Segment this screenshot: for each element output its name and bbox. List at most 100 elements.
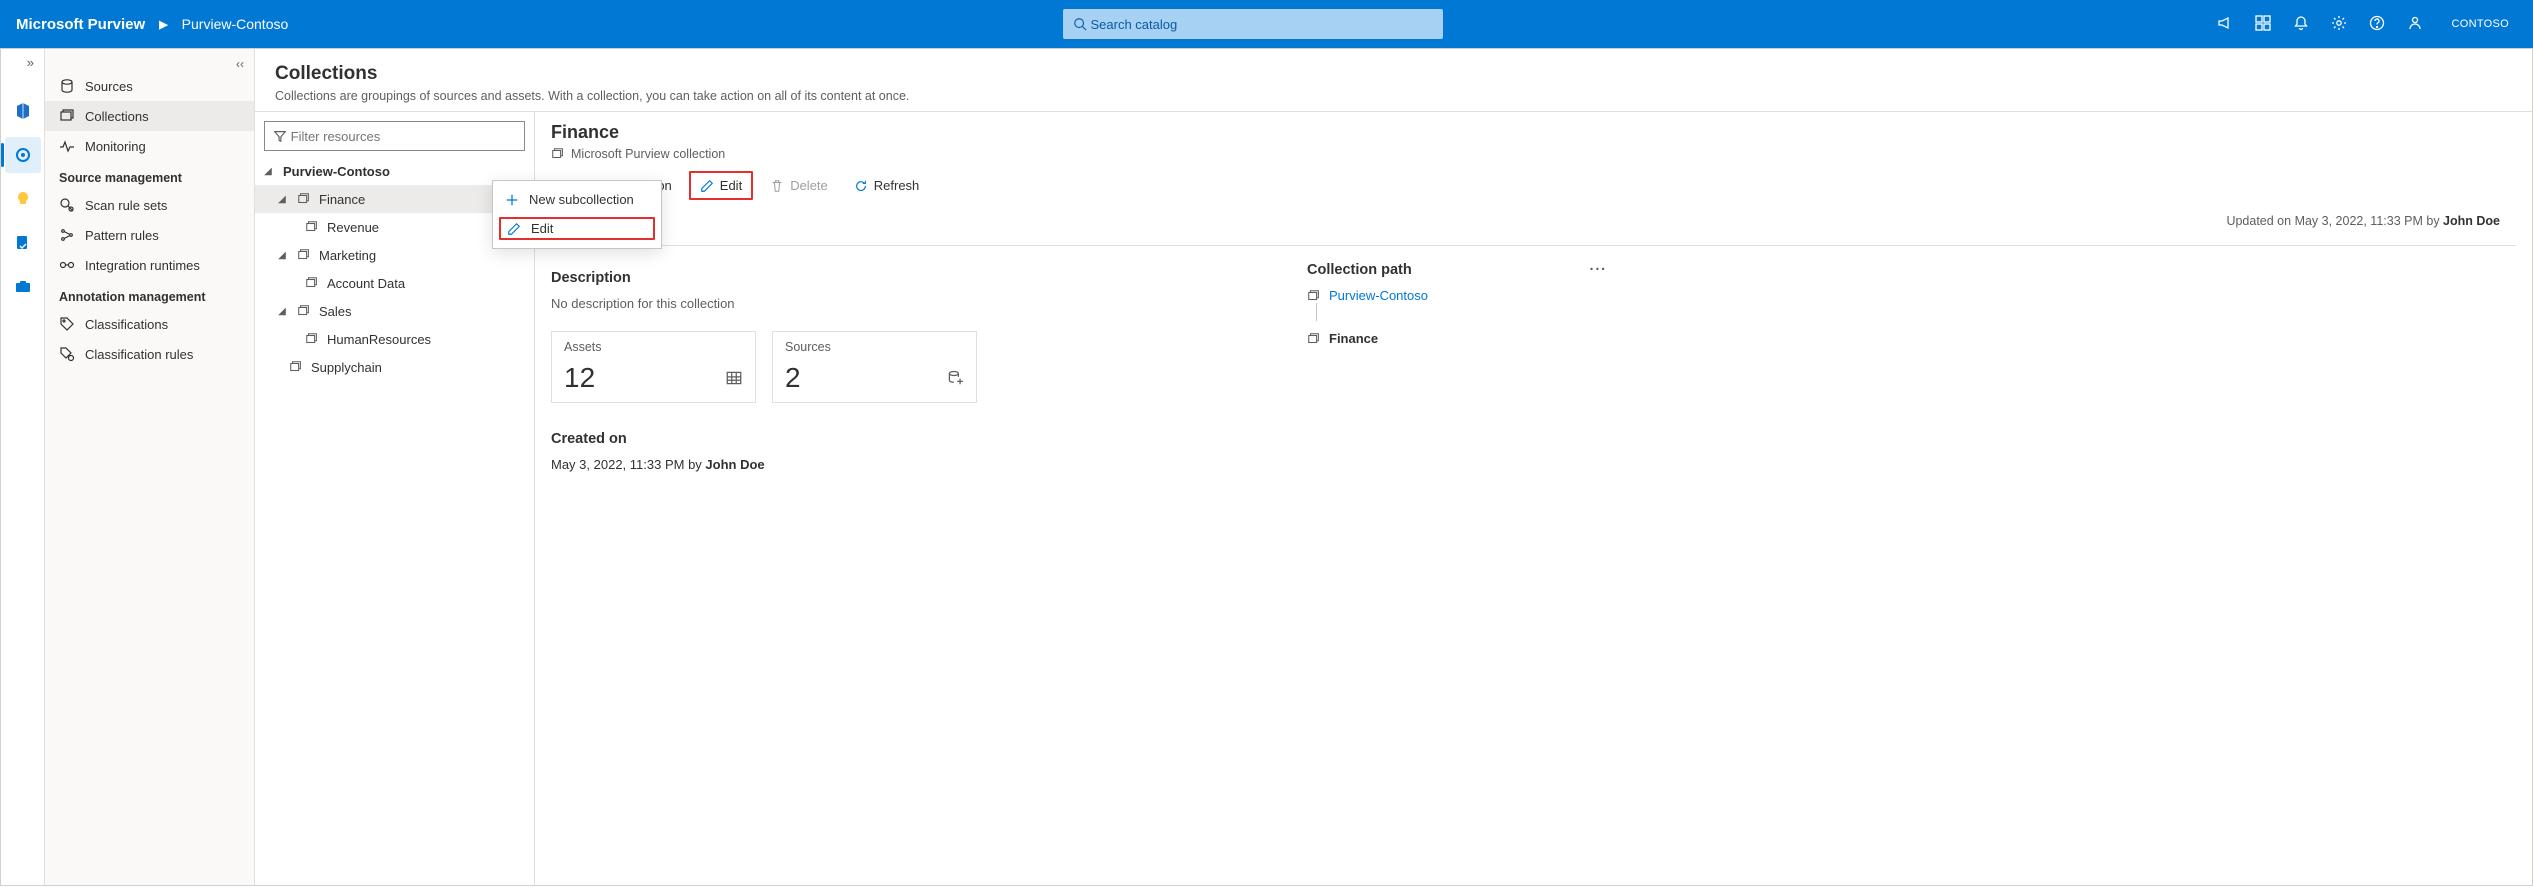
ctx-label: New subcollection (529, 192, 634, 207)
path-connector (1316, 303, 1607, 321)
collection-icon (297, 248, 311, 262)
tree-row-sales[interactable]: ◢ Sales (255, 297, 534, 325)
detail-title: Finance (551, 122, 2516, 143)
caret-down-icon[interactable]: ◢ (275, 194, 289, 205)
detail-type: Microsoft Purview collection (571, 147, 725, 161)
collections-icon (59, 108, 75, 124)
tree-label: Revenue (327, 220, 379, 235)
description-label: Description (551, 270, 1271, 286)
nav-classifications[interactable]: Classifications (45, 309, 254, 339)
card-value: 2 (785, 362, 801, 394)
filter-box[interactable] (264, 121, 525, 151)
feedback-icon[interactable] (2407, 15, 2423, 34)
monitoring-icon (59, 138, 75, 154)
collection-icon (551, 147, 565, 161)
ctx-edit[interactable]: Edit (499, 217, 655, 240)
tree-label: Sales (319, 304, 352, 319)
brand-label: Microsoft Purview (16, 16, 145, 33)
tag-icon (59, 316, 75, 332)
database-icon (946, 369, 964, 387)
section-annotation-management: Annotation management (45, 280, 254, 309)
tree-row-account-data[interactable]: Account Data (255, 269, 534, 297)
path-link[interactable]: Purview-Contoso (1329, 288, 1428, 303)
nav-label: Scan rule sets (85, 198, 167, 213)
cmd-label: Refresh (874, 178, 920, 193)
caret-down-icon[interactable]: ◢ (261, 166, 275, 177)
pattern-icon (59, 227, 75, 243)
nav-monitoring[interactable]: Monitoring (45, 131, 254, 161)
page-title: Collections (275, 63, 2512, 85)
nav-rail: » (1, 49, 45, 885)
rail-data-map[interactable] (5, 93, 41, 129)
left-panel: ‹‹ Sources Collections Monitoring Source… (45, 49, 255, 885)
grid-icon[interactable] (2255, 15, 2271, 34)
caret-down-icon[interactable]: ◢ (275, 306, 289, 317)
nav-collections[interactable]: Collections (45, 101, 254, 131)
caret-down-icon[interactable]: ◢ (275, 250, 289, 261)
sources-icon (59, 78, 75, 94)
path-leaf: Finance (1307, 331, 1607, 346)
cmd-label: Delete (790, 178, 828, 193)
ctx-label: Edit (531, 221, 553, 236)
path-root[interactable]: Purview-Contoso (1307, 288, 1607, 303)
nav-label: Pattern rules (85, 228, 159, 243)
workspace-name[interactable]: Purview-Contoso (182, 16, 289, 32)
assets-card[interactable]: Assets 12 (551, 331, 756, 403)
rail-data-catalog[interactable] (5, 137, 41, 173)
gear-icon[interactable] (2331, 15, 2347, 34)
nav-classification-rules[interactable]: Classification rules (45, 339, 254, 369)
tree-row-supplychain[interactable]: Supplychain (255, 353, 534, 381)
collection-icon (1307, 332, 1321, 346)
panel-collapse-icon[interactable]: ‹‹ (45, 51, 254, 71)
created-label: Created on (551, 431, 1271, 447)
table-icon (725, 369, 743, 387)
filter-icon (273, 129, 287, 143)
rail-insights[interactable] (5, 181, 41, 217)
bell-icon[interactable] (2293, 15, 2309, 34)
pencil-icon (507, 222, 521, 236)
delete-button: Delete (761, 173, 837, 198)
collection-icon (297, 192, 311, 206)
updated-text: Updated on May 3, 2022, 11:33 PM by John… (2226, 214, 2500, 228)
search-input[interactable] (1091, 17, 1433, 32)
nav-label: Collections (85, 109, 149, 124)
card-label: Sources (785, 340, 964, 354)
collection-icon (305, 220, 319, 234)
tree-label: Finance (319, 192, 365, 207)
description-body: No description for this collection (551, 296, 1271, 311)
filter-input[interactable] (291, 129, 516, 144)
sources-card[interactable]: Sources 2 (772, 331, 977, 403)
nav-label: Sources (85, 79, 133, 94)
help-icon[interactable] (2369, 15, 2385, 34)
nav-integration-runtimes[interactable]: Integration runtimes (45, 250, 254, 280)
refresh-button[interactable]: Refresh (845, 173, 929, 198)
tree-label: Marketing (319, 248, 376, 263)
nav-sources[interactable]: Sources (45, 71, 254, 101)
trash-icon (770, 179, 784, 193)
runtime-icon (59, 257, 75, 273)
tree-row-human-resources[interactable]: HumanResources (255, 325, 534, 353)
search-box[interactable] (1063, 9, 1443, 39)
collection-icon (1307, 289, 1321, 303)
more-icon[interactable]: ··· (1590, 262, 1608, 278)
pencil-icon (700, 179, 714, 193)
section-source-management: Source management (45, 161, 254, 190)
card-value: 12 (564, 362, 595, 394)
tree-label: Purview-Contoso (283, 164, 390, 179)
edit-button[interactable]: Edit (689, 171, 753, 200)
collection-path-title: Collection path (1307, 262, 1412, 278)
nav-pattern-rules[interactable]: Pattern rules (45, 220, 254, 250)
collection-icon (289, 360, 303, 374)
rail-policy[interactable] (5, 225, 41, 261)
created-body: May 3, 2022, 11:33 PM by John Doe (551, 457, 1271, 472)
collection-icon (297, 304, 311, 318)
tenant-label[interactable]: CONTOSO (2451, 18, 2509, 30)
ctx-new-subcollection[interactable]: New subcollection (493, 185, 661, 214)
nav-scan-rule-sets[interactable]: Scan rule sets (45, 190, 254, 220)
rail-expand-icon[interactable]: » (1, 55, 44, 85)
rail-management[interactable] (5, 269, 41, 305)
megaphone-icon[interactable] (2217, 15, 2233, 34)
tree-label: Account Data (327, 276, 405, 291)
collection-icon (305, 276, 319, 290)
page-subtitle: Collections are groupings of sources and… (275, 89, 2512, 103)
